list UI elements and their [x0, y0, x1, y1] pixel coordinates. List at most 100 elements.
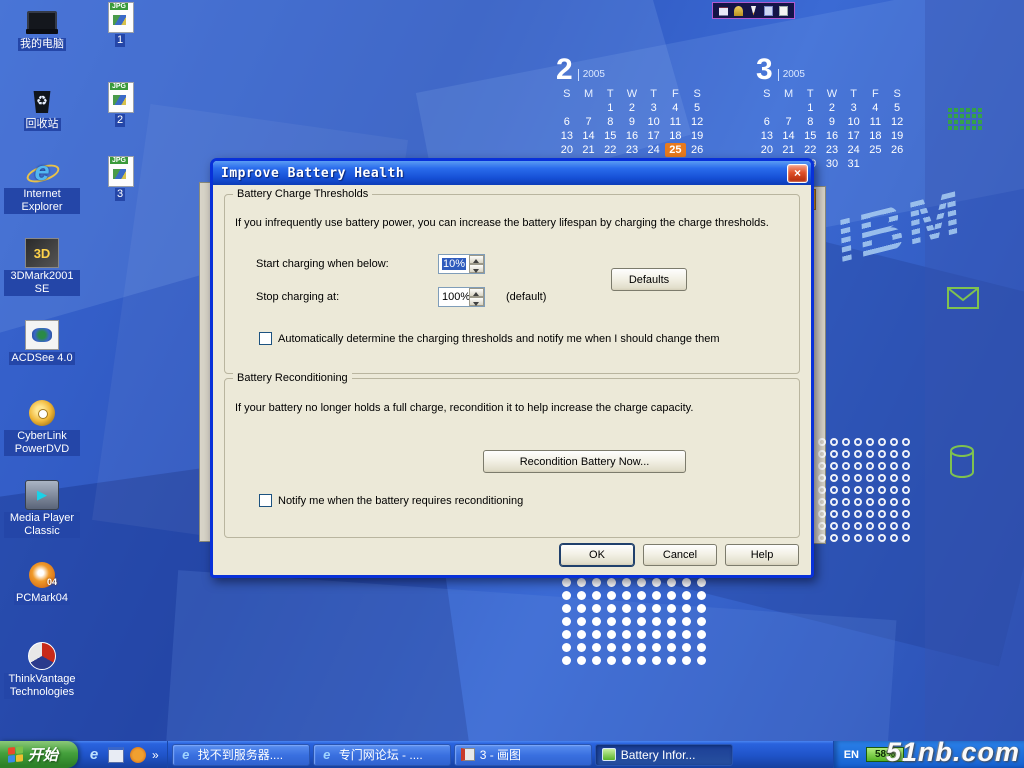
calendar-day: 15 [799, 129, 821, 143]
task-button-label: 3 - 画图 [480, 746, 521, 763]
key-icon[interactable] [734, 6, 743, 16]
ie-icon: e [25, 156, 59, 186]
calendar-day: 2 [821, 101, 843, 115]
monitor-icon[interactable] [764, 6, 773, 16]
close-button[interactable]: × [787, 164, 808, 183]
calendar-day-header: S [886, 87, 908, 101]
cylinder-icon [948, 444, 976, 480]
calendar-day: 12 [686, 115, 708, 129]
chevron-icon[interactable]: » [152, 748, 159, 762]
calendar-day: 11 [865, 115, 887, 129]
thinkvantage-icon [25, 641, 59, 671]
stop-charging-input[interactable]: 100% [438, 287, 485, 307]
pen-icon[interactable] [749, 6, 758, 16]
taskbar: 开始 e » e找不到服务器....e专门网论坛 - .... 3 - 画图 Bat… [0, 741, 1024, 768]
desktop-icon-acdsee-ACDSee 4.0[interactable]: ACDSee 4.0 [4, 320, 80, 365]
system-mini-toolbar[interactable] [712, 2, 795, 19]
calendar-day: 26 [686, 143, 708, 157]
recycle-bin-icon: ♻ [25, 86, 59, 116]
spin-up-button[interactable] [469, 288, 484, 297]
task-button[interactable]: e找不到服务器.... [172, 744, 310, 766]
desktop-icon-label: Media Player Classic [4, 512, 80, 538]
desktop-icon-ie-Internet Explorer[interactable]: eInternet Explorer [4, 156, 80, 214]
desktop-icon-pcmark-PCMark04[interactable]: 04PCMark04 [4, 560, 80, 605]
desktop-icon-threedmark-3DMark2001 SE[interactable]: 3D3DMark2001 SE [4, 238, 80, 296]
desktop-icon-thinkvantage-ThinkVantage Technologies[interactable]: ThinkVantage Technologies [4, 641, 80, 699]
my-computer-icon [25, 6, 59, 36]
recondition-battery-button[interactable]: Recondition Battery Now... [483, 450, 686, 473]
wallpaper-shape [164, 570, 897, 768]
document-icon[interactable] [779, 6, 788, 16]
desktop-icon-jpg-1[interactable]: JPG1 [82, 2, 158, 47]
desktop-icon-jpg-2[interactable]: JPG2 [82, 82, 158, 127]
calendar-day-header: T [799, 87, 821, 101]
calendar-day: 23 [621, 143, 643, 157]
calendar-day: 5 [886, 101, 908, 115]
powerdvd-icon [25, 398, 59, 428]
task-button-label: 专门网论坛 - .... [339, 746, 423, 763]
desktop-icon-label: Internet Explorer [4, 188, 80, 214]
calendar-day: 18 [665, 129, 687, 143]
calendar-day: 17 [843, 129, 865, 143]
calendar-day: 10 [843, 115, 865, 129]
desktop-icon-label: PCMark04 [14, 592, 70, 605]
group-title: Battery Charge Thresholds [233, 188, 372, 200]
media-player-quick-launch-icon[interactable] [130, 747, 146, 763]
spin-down-button[interactable] [469, 264, 484, 273]
notify-reconditioning-checkbox[interactable] [259, 494, 272, 507]
spin-down-button[interactable] [469, 297, 484, 306]
phone-icon[interactable] [719, 6, 728, 16]
calendar-day: 31 [843, 157, 865, 171]
battery-icon [602, 748, 616, 761]
start-charging-input[interactable]: 10% [438, 254, 485, 274]
calendar-day: 11 [665, 115, 687, 129]
calendar-day-header: F [665, 87, 687, 101]
defaults-button[interactable]: Defaults [611, 268, 687, 291]
task-button[interactable]: 3 - 画图 [454, 744, 592, 766]
default-note: (default) [506, 291, 546, 303]
watermark-51nb: 51nb.com [886, 737, 1020, 768]
calendar-day: 7 [778, 115, 800, 129]
ibm-logo: IBM [827, 173, 972, 278]
calendar-day: 15 [599, 129, 621, 143]
calendar-day: 3 [843, 101, 865, 115]
auto-determine-checkbox-label[interactable]: Automatically determine the charging thr… [278, 333, 719, 345]
ok-button[interactable]: OK [560, 544, 634, 566]
auto-determine-checkbox[interactable] [259, 332, 272, 345]
cancel-button[interactable]: Cancel [643, 544, 717, 566]
stop-charging-value: 100% [442, 291, 469, 303]
calendar-day: 13 [756, 129, 778, 143]
desktop-icon-jpg-3[interactable]: JPG3 [82, 156, 158, 201]
calendar-day: 8 [599, 115, 621, 129]
calendar-day-header: T [843, 87, 865, 101]
ie-quick-launch-icon[interactable]: e [86, 747, 102, 763]
calendar-day-header: S [756, 87, 778, 101]
calendar-day-header: S [556, 87, 578, 101]
calendar-day: 22 [599, 143, 621, 157]
calendar-day: 14 [778, 129, 800, 143]
calendar-day: 20 [756, 143, 778, 157]
calendar-day: 7 [578, 115, 600, 129]
desktop-icon-powerdvd-CyberLink PowerDVD[interactable]: CyberLink PowerDVD [4, 398, 80, 456]
start-button[interactable]: 开始 [0, 741, 78, 768]
show-desktop-icon[interactable] [108, 747, 124, 763]
jpg-icon: JPG [103, 156, 137, 186]
help-button[interactable]: Help [725, 544, 799, 566]
task-button[interactable]: e专门网论坛 - .... [313, 744, 451, 766]
notify-reconditioning-checkbox-label[interactable]: Notify me when the battery requires reco… [278, 495, 523, 507]
dialog-titlebar[interactable]: Improve Battery Health × [213, 161, 811, 185]
language-indicator[interactable]: EN [844, 749, 859, 761]
calendar-day-header: W [821, 87, 843, 101]
calendar-day [886, 157, 908, 171]
calendar-day: 20 [556, 143, 578, 157]
desktop-icon-my-computer-我的电脑[interactable]: 我的电脑 [4, 6, 80, 51]
spin-up-button[interactable] [469, 255, 484, 264]
calendar-day: 21 [778, 143, 800, 157]
desktop-icon-mpc-Media Player Classic[interactable]: ▶Media Player Classic [4, 480, 80, 538]
desktop-icon-recycle-bin-回收站[interactable]: ♻回收站 [4, 86, 80, 131]
group-battery-charge-thresholds: Battery Charge Thresholds If you infrequ… [224, 194, 800, 374]
calendar-day: 4 [665, 101, 687, 115]
task-button[interactable]: Battery Infor... [595, 744, 733, 766]
calendar-day [578, 101, 600, 115]
white-dots-decor [562, 578, 706, 665]
